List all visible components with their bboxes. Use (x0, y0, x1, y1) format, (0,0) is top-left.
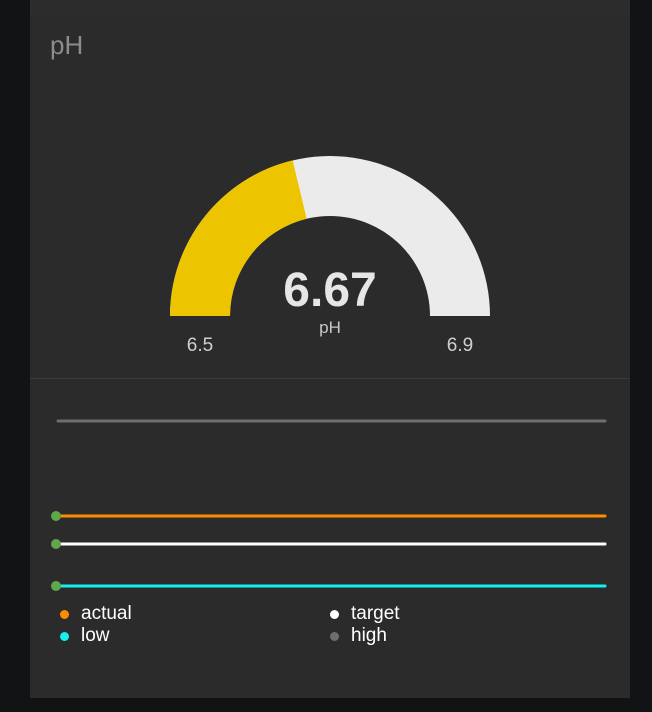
legend-item-target[interactable]: target (330, 603, 400, 625)
legend-dot-actual (60, 609, 69, 619)
legend-dot-high (330, 631, 339, 641)
ph-card: pH 6.67 pH 6.5 6.9 actual target low hig… (30, 16, 630, 698)
legend-dot-target (330, 609, 339, 619)
legend-item-low[interactable]: low (60, 625, 110, 647)
legend-label-actual: actual (81, 603, 132, 624)
series-point-target (51, 539, 61, 549)
top-panel-edge (30, 0, 630, 16)
series-point-actual (51, 511, 61, 521)
legend-label-low: low (81, 625, 110, 646)
legend-dot-low (60, 631, 69, 641)
legend-label-target: target (351, 603, 400, 624)
chart-legend: actual target low high (60, 603, 620, 653)
legend-item-actual[interactable]: actual (60, 603, 132, 625)
legend-item-high[interactable]: high (330, 625, 387, 647)
legend-label-high: high (351, 625, 387, 646)
series-point-low (51, 581, 61, 591)
history-chart (51, 419, 607, 591)
